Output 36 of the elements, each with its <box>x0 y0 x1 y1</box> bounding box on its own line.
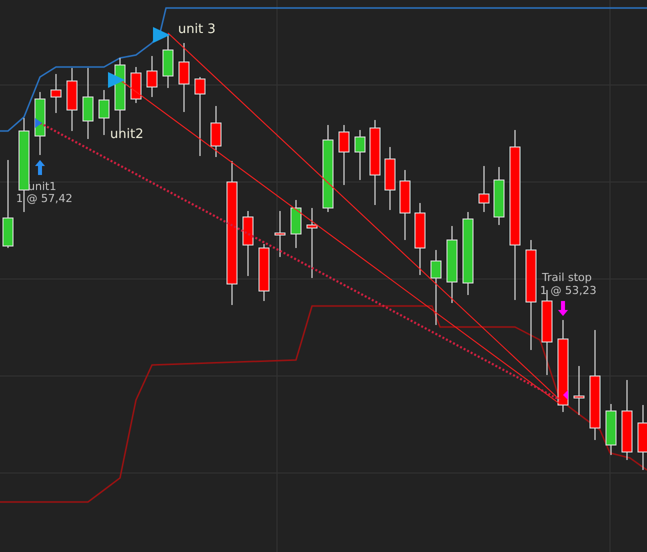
candlestick <box>274 211 286 257</box>
candlestick <box>50 74 62 113</box>
candlestick <box>258 244 270 301</box>
chart-label: Trail stop <box>542 271 592 284</box>
candlestick <box>306 208 318 278</box>
candlestick <box>34 92 46 155</box>
chart-label: 1 @ 53,23 <box>540 284 596 297</box>
candlestick <box>414 203 426 275</box>
candlestick <box>478 166 490 212</box>
candlestick <box>354 130 366 180</box>
candlestick <box>338 125 350 185</box>
triangle-icon <box>35 118 42 128</box>
candlestick <box>290 200 302 248</box>
down-arrow-icon <box>558 301 568 316</box>
candlestick <box>82 68 94 139</box>
candlestick <box>242 211 254 276</box>
up-arrow-icon <box>35 160 45 175</box>
candlestick <box>574 366 584 415</box>
chart-label: unit2 <box>110 127 144 142</box>
candlestick <box>178 43 190 112</box>
candlestick <box>146 56 158 97</box>
candlestick <box>66 68 78 131</box>
candlestick <box>98 90 110 135</box>
candlestick <box>400 170 410 240</box>
candlestick <box>384 147 396 210</box>
chart-label: unit 3 <box>178 22 216 37</box>
chart-label: 1 @ 57,42 <box>16 192 72 205</box>
candlestick <box>162 34 174 88</box>
candlestick <box>130 67 142 103</box>
candlestick <box>638 405 647 470</box>
triangle-icon <box>563 390 568 400</box>
candlestick <box>210 106 222 157</box>
triangle-icon <box>153 27 170 43</box>
candlestick <box>606 404 616 455</box>
candlestick <box>494 167 504 225</box>
triangle-icon <box>108 72 125 88</box>
